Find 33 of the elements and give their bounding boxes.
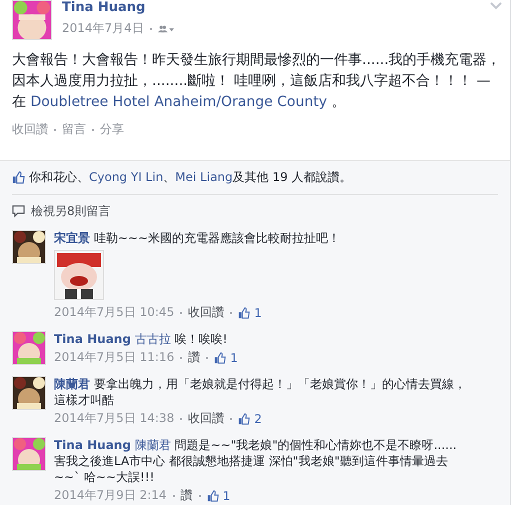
comment-text: 陳蘭君 要拿出魄力，用「老娘就是付得起！」「老娘賞你！」的心情去買線，這樣才叫酷: [54, 376, 467, 408]
like-count[interactable]: 1: [222, 488, 230, 502]
likes-summary: 你和花心、Cyong YI Lin、Mei Liang及其他 19 人都說讚。: [29, 169, 352, 186]
thumbs-up-icon: [206, 490, 219, 502]
friend-link[interactable]: Mei Liang: [175, 170, 233, 184]
thumbs-up-icon: [214, 352, 226, 364]
mention-link[interactable]: 陳蘭君: [134, 438, 171, 452]
comment-bubble-icon: [12, 205, 25, 218]
friend-link[interactable]: Cyong YI Lin: [89, 170, 164, 184]
author-name[interactable]: Tina Huang: [62, 0, 480, 16]
like-link[interactable]: 讚: [188, 349, 200, 366]
like-link[interactable]: 收回讚: [188, 304, 224, 321]
place-link[interactable]: Doubletree Hotel Anaheim/Orange County: [30, 94, 328, 110]
commenter-name[interactable]: 宋宜景: [54, 231, 90, 245]
friends-audience-icon[interactable]: [158, 24, 174, 32]
commenter-name[interactable]: 陳蘭君: [54, 377, 90, 391]
commenter-name[interactable]: Tina Huang: [54, 332, 131, 346]
like-count[interactable]: 1: [230, 350, 238, 364]
like-count[interactable]: 2: [254, 412, 262, 426]
comment-text: Tina Huang 陳蘭君 問題是~~"我老娘"的個性和心情妳也不是不瞭呀...... 害我之後進LA市中心 都很誠懇地搭捷運 深怕"我老娘"聽到這件事情暈過去~~` 哈~~大誤!!!: [54, 437, 458, 485]
thumbs-up-icon: [238, 412, 250, 424]
thumbs-up-icon: [238, 306, 250, 318]
post-text: 大會報告！大會報告！昨天發生旅行期間最慘烈的一件事......我的手機充電器，因本人過度用力拉扯，........斷啦！ 哇哩咧，這飯店和我八字超不合！！！ — 在 Doubletree Hotel Anaheim/Orange County 。: [12, 51, 502, 112]
commenter-name[interactable]: Tina Huang: [54, 438, 131, 452]
chevron-down-icon[interactable]: [490, 2, 502, 10]
comment-text: Tina Huang 古古拉 唉！唉唉!: [54, 331, 228, 347]
like-link[interactable]: 讚: [180, 487, 193, 504]
mention-link[interactable]: 古古拉: [134, 332, 171, 346]
comment-text: 宋宜景 哇勒~~~米國的充電器應該會比較耐拉扯吧！: [54, 230, 341, 246]
thumbs-up-icon: [12, 171, 25, 184]
like-link[interactable]: 收回讚: [188, 410, 224, 427]
view-more-comments-link[interactable]: 檢視另8則留言: [31, 203, 111, 220]
like-count[interactable]: 1: [254, 306, 262, 320]
